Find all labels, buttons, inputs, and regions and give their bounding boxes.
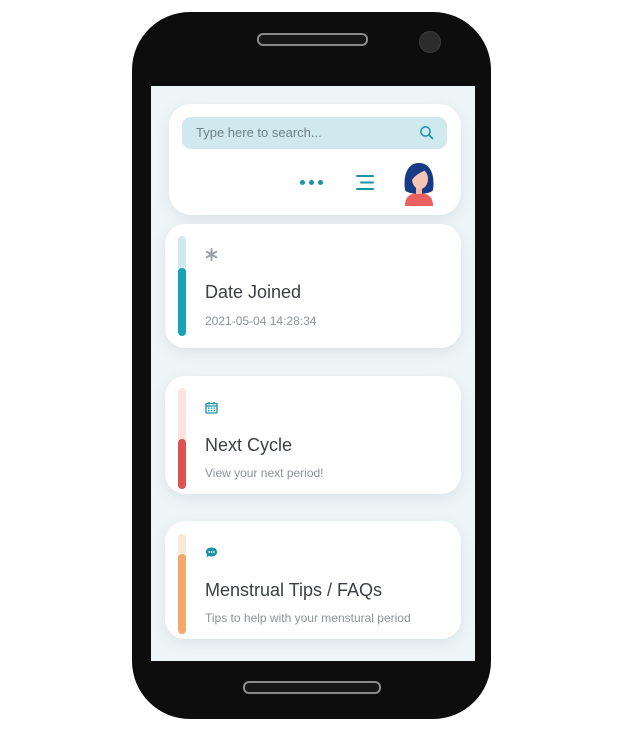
calendar-icon xyxy=(205,402,218,414)
front-camera xyxy=(419,31,441,53)
progress-fill xyxy=(178,268,186,336)
card-menstrual-tips[interactable]: Menstrual Tips / FAQs Tips to help with … xyxy=(165,521,461,639)
progress-track xyxy=(178,236,186,336)
progress-fill xyxy=(178,439,186,489)
card-subtitle: View your next period! xyxy=(205,466,324,480)
search-placeholder: Type here to search... xyxy=(196,125,322,140)
search-input[interactable]: Type here to search... xyxy=(182,117,447,149)
card-next-cycle[interactable]: Next Cycle View your next period! xyxy=(165,376,461,494)
card-title: Menstrual Tips / FAQs xyxy=(205,580,383,600)
more-options-icon[interactable] xyxy=(300,180,323,185)
search-icon[interactable] xyxy=(419,125,434,140)
header-card: Type here to search... xyxy=(169,104,461,215)
progress-track xyxy=(178,534,186,634)
progress-track xyxy=(178,388,186,489)
app-screen: Type here to search... Date Joined 2021-… xyxy=(151,86,475,661)
menu-icon[interactable] xyxy=(355,174,375,191)
card-title: Next Cycle xyxy=(205,435,293,455)
card-title: Date Joined xyxy=(205,282,302,302)
speaker-grille xyxy=(257,33,368,46)
progress-fill xyxy=(178,554,186,634)
card-date-joined[interactable]: Date Joined 2021-05-04 14:28:34 xyxy=(165,224,461,348)
home-button[interactable] xyxy=(243,681,381,694)
asterisk-icon xyxy=(205,248,218,261)
avatar[interactable] xyxy=(401,160,437,206)
card-subtitle: Tips to help with your menstural period xyxy=(205,611,411,625)
chat-icon xyxy=(206,547,217,558)
card-subtitle: 2021-05-04 14:28:34 xyxy=(205,314,317,328)
